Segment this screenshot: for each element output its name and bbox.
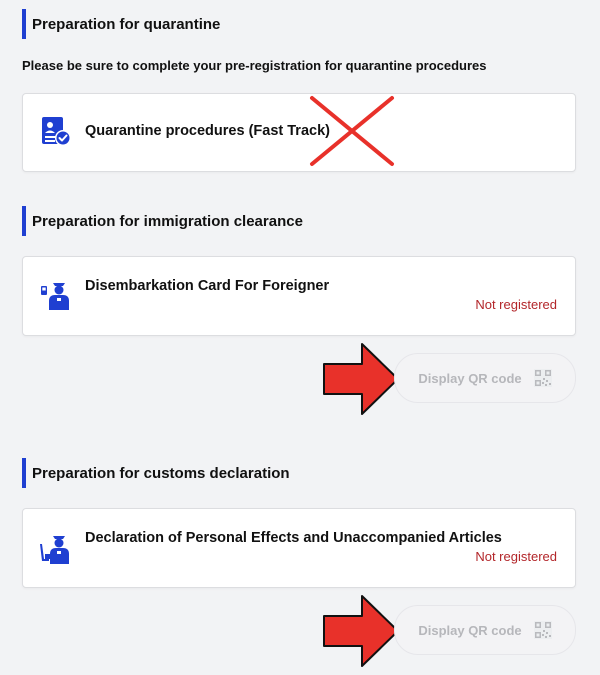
qr-code-icon [533, 369, 552, 387]
immigration-display-qr-button[interactable]: Display QR code [394, 353, 576, 403]
quarantine-procedures-card[interactable]: Quarantine procedures (Fast Track) [22, 93, 576, 172]
immigration-status-badge: Not registered [475, 297, 557, 312]
document-check-icon [42, 117, 71, 146]
customs-status-badge: Not registered [475, 549, 557, 564]
section-heading-immigration: Preparation for immigration clearance [22, 206, 303, 236]
customs-display-qr-button[interactable]: Display QR code [394, 605, 576, 655]
disembarkation-card-title: Disembarkation Card For Foreigner [85, 278, 330, 294]
section-heading-quarantine-label: Preparation for quarantine [32, 15, 221, 33]
red-arrow-annotation [323, 343, 399, 415]
immigration-qr-button-label: Display QR code [418, 370, 522, 386]
quarantine-procedures-title: Quarantine procedures (Fast Track) [85, 123, 330, 139]
immigration-officer-icon [41, 283, 69, 310]
qr-code-icon-2 [533, 621, 552, 639]
customs-qr-button-label: Display QR code [418, 622, 522, 638]
red-arrow-annotation-2 [323, 595, 399, 667]
customs-declaration-title: Declaration of Personal Effects and Unac… [85, 530, 502, 546]
customs-officer-icon [40, 536, 69, 564]
section-heading-quarantine: Preparation for quarantine [22, 9, 220, 39]
customs-declaration-card[interactable]: Declaration of Personal Effects and Unac… [22, 508, 576, 588]
disembarkation-card[interactable]: Disembarkation Card For Foreigner Not re… [22, 256, 576, 336]
section-heading-customs: Preparation for customs declaration [22, 458, 290, 488]
red-cross-annotation [310, 96, 394, 166]
section-heading-immigration-label: Preparation for immigration clearance [32, 212, 303, 230]
quarantine-subtitle: Please be sure to complete your pre-regi… [22, 58, 487, 73]
section-heading-customs-label: Preparation for customs declaration [32, 464, 290, 482]
